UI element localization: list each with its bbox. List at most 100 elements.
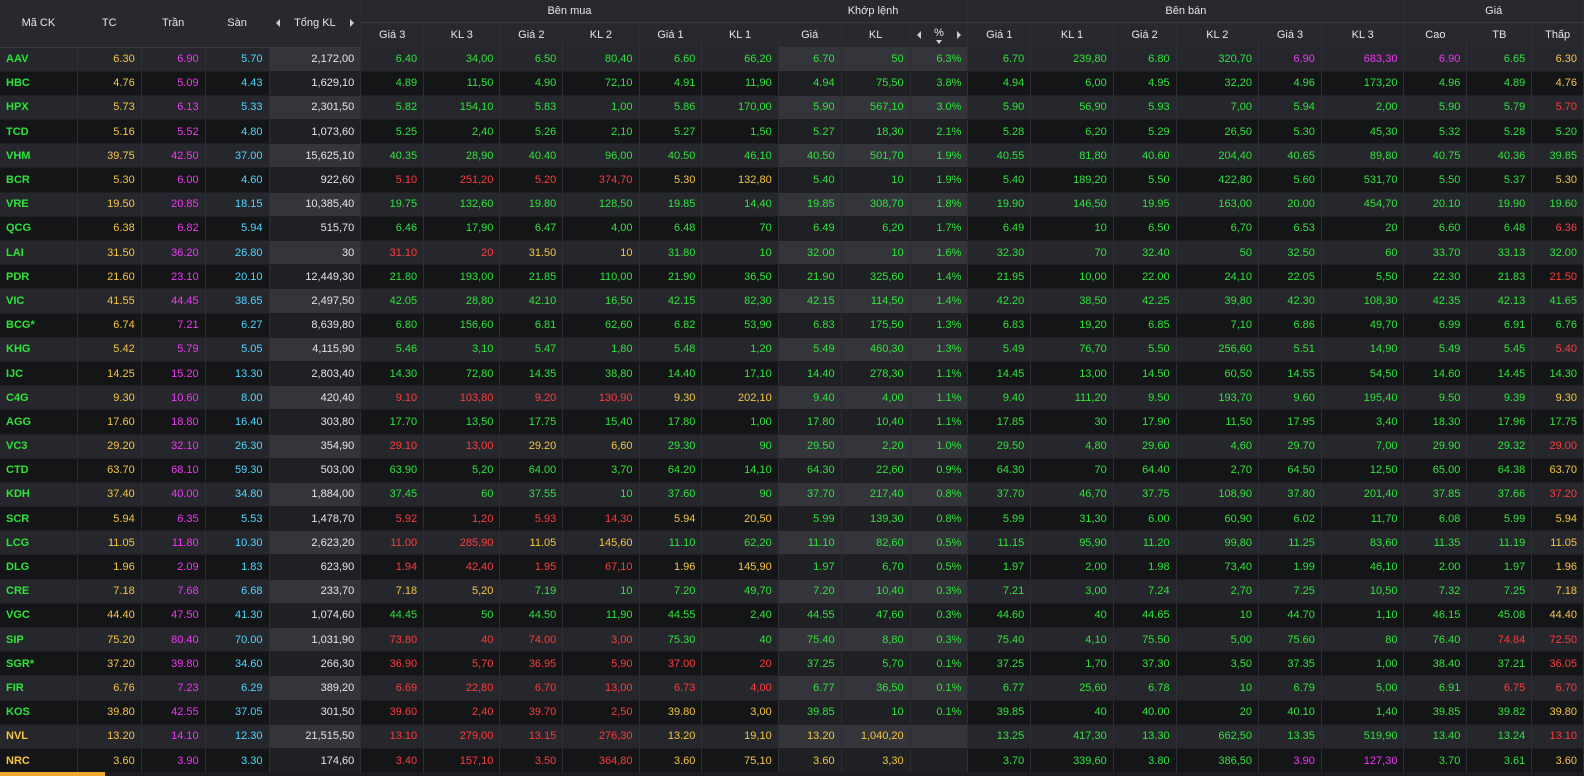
cell-symbol[interactable]: BCG* [0, 313, 78, 338]
table-row[interactable]: QCG 6.38 6.82 5.94 515,70 6.46 17,90 6.47 4,00 6.… [0, 216, 1584, 242]
table-row[interactable]: KOS 39.80 42.55 37.05 301,50 39.60 2,40 39.70 2,… [0, 700, 1584, 725]
col-header-buy-1[interactable]: Giá 3 [360, 22, 425, 47]
col-header-buy-3[interactable]: Giá 2 [499, 22, 564, 47]
table-row[interactable]: HPX 5.73 6.13 5.33 2,301,50 5.82 154,10 5.83 1,0… [0, 95, 1584, 121]
table-row[interactable]: FIR 6.76 7.23 6.29 389,20 6.69 22,80 6.70 13,00 6… [0, 675, 1584, 701]
scroll-right-icon[interactable] [350, 19, 355, 28]
cell-symbol[interactable]: KDH [0, 482, 78, 508]
cell-symbol[interactable]: AAV [0, 47, 78, 72]
cell-symbol[interactable]: LCG [0, 530, 78, 556]
table-row[interactable]: CTD 63.70 68.10 59.30 503,00 63.90 5,20 64.00 3,… [0, 458, 1584, 483]
table-row[interactable]: NRC 3.60 3.90 3.30 174,60 3.40 157,10 3.50 364,8… [0, 748, 1584, 774]
cell-symbol[interactable]: VC3 [0, 434, 78, 459]
cell-s2v: 256,60 [1176, 337, 1260, 362]
col-header-total-vol[interactable]: Tổng KL [269, 0, 362, 48]
scroll-left-icon[interactable] [275, 19, 280, 28]
cell-floor: 18.15 [205, 192, 270, 217]
table-row[interactable]: HBC 4.76 5.09 4.43 1,629,10 4.89 11,50 4.90 72,1… [0, 71, 1584, 96]
cell-symbol[interactable]: KHG [0, 337, 78, 362]
table-row[interactable]: KHG 5.42 5.79 5.05 4,115,90 5.46 3,10 5.47 1,80 5… [0, 337, 1584, 362]
table-row[interactable]: TCD 5.16 5.52 4.80 1,073,60 5.25 2,40 5.26 2,10 5… [0, 119, 1584, 145]
cell-s1v: 40 [1030, 700, 1114, 725]
col-header-ref[interactable]: TC [77, 0, 142, 48]
cell-symbol[interactable]: SGR* [0, 651, 78, 677]
cell-symbol[interactable]: VHM [0, 143, 78, 169]
cell-symbol[interactable]: IJC [0, 361, 78, 387]
horizontal-scrollbar[interactable] [0, 772, 105, 776]
cell-s1p: 39.85 [967, 700, 1032, 725]
cell-symbol[interactable]: PDR [0, 264, 78, 290]
table-row[interactable]: VHM 39.75 42.50 37.00 15,625,10 40.35 28,90 40.… [0, 143, 1584, 169]
cell-symbol[interactable]: LAI [0, 240, 78, 266]
col-header-symbol[interactable]: Mã CK [0, 0, 78, 48]
cell-symbol[interactable]: VIC [0, 288, 78, 314]
table-row[interactable]: KDH 37.40 40.00 34.80 1,884,00 37.45 60 37.55 10… [0, 482, 1584, 508]
table-row[interactable]: SIP 75.20 80.40 70.00 1,031,90 73.80 40 74.00 3,… [0, 627, 1584, 653]
table-row[interactable]: SCR 5.94 6.35 5.53 1,478,70 5.92 1,20 5.93 14,30… [0, 506, 1584, 532]
cell-floor: 3.30 [205, 748, 270, 774]
cell-symbol[interactable]: SCR [0, 506, 78, 532]
cell-symbol[interactable]: NRC [0, 748, 78, 774]
cell-symbol[interactable]: TCD [0, 119, 78, 145]
table-row[interactable]: SGR* 37.20 39.80 34.60 266,30 36.90 5,70 36.95 5… [0, 651, 1584, 677]
pct-left-icon[interactable] [916, 31, 921, 39]
table-row[interactable]: AAV 6.30 6.90 5.70 2,172,00 6.40 34,00 6.50 80,4… [0, 47, 1584, 72]
table-row[interactable]: DLG 1.96 2.09 1.83 623,90 1.94 42,40 1.95 67,10 1… [0, 554, 1584, 580]
cell-b2v: 67,10 [562, 554, 640, 580]
col-header-buy-4[interactable]: KL 2 [562, 22, 640, 47]
col-header-buy-5[interactable]: Giá 1 [639, 22, 703, 47]
cell-symbol[interactable]: KOS [0, 700, 78, 725]
cell-pct: 0.1% [910, 675, 969, 701]
cell-mp: 9.40 [778, 385, 842, 411]
cell-symbol[interactable]: BCR [0, 167, 78, 193]
col-header-sell-4[interactable]: KL 2 [1176, 22, 1260, 47]
cell-symbol[interactable]: HPX [0, 95, 78, 121]
table-row[interactable]: LAI 31.50 36.20 26.80 30 31.10 20 31.50 10 31.80 1… [0, 240, 1584, 266]
col-header-buy-6[interactable]: KL 1 [701, 22, 779, 47]
cell-symbol[interactable]: CTD [0, 458, 78, 483]
col-header-sell-5[interactable]: Giá 3 [1258, 22, 1322, 47]
col-header-sell-3[interactable]: Giá 2 [1113, 22, 1177, 47]
col-header-sell-6[interactable]: KL 3 [1321, 22, 1405, 47]
table-row[interactable]: CRE 7.18 7.68 6.68 233,70 7.18 5,20 7.19 10 7.20 4… [0, 579, 1584, 604]
cell-symbol[interactable]: HBC [0, 71, 78, 96]
table-row[interactable]: PDR 21.60 23.10 20.10 12,449,30 21.80 193,00 21… [0, 264, 1584, 290]
sort-desc-icon[interactable] [936, 39, 943, 44]
table-row[interactable]: VIC 41.55 44.45 38.65 2,497,50 42.05 28,80 42.1… [0, 288, 1584, 314]
pct-right-icon[interactable] [957, 31, 962, 39]
col-header-price-2[interactable]: TB [1466, 22, 1533, 47]
table-row[interactable]: IJC 14.25 15.20 13.30 2,803,40 14.30 72,80 14.3… [0, 361, 1584, 387]
cell-symbol[interactable]: C4G [0, 385, 78, 411]
col-header-buy-2[interactable]: KL 3 [423, 22, 501, 47]
cell-symbol[interactable]: QCG [0, 216, 78, 242]
col-header-price-1[interactable]: Cao [1403, 22, 1468, 47]
table-row[interactable]: VC3 29.20 32.10 26.30 354,90 29.10 13,00 29.20 6… [0, 434, 1584, 459]
cell-symbol[interactable]: VGC [0, 603, 78, 629]
table-row[interactable]: LCG 11.05 11.80 10.30 2,623,20 11.00 285,90 11.… [0, 530, 1584, 556]
cell-symbol[interactable]: DLG [0, 554, 78, 580]
col-header-price-3[interactable]: Thấp [1531, 22, 1584, 47]
cell-pct: 1.9% [910, 167, 969, 193]
table-row[interactable]: VGC 44.40 47.50 41.30 1,074,60 44.45 50 44.50 11… [0, 603, 1584, 629]
table-row[interactable]: AGG 17.60 18.80 16.40 303,80 17.70 13,50 17.75 1… [0, 409, 1584, 435]
cell-s2v: 386,50 [1176, 748, 1260, 774]
table-row[interactable]: BCR 5.30 6.00 4.60 922,60 5.10 251,20 5.20 374,7… [0, 167, 1584, 193]
cell-symbol[interactable]: AGG [0, 409, 78, 435]
col-header-match-2[interactable]: KL [841, 22, 911, 47]
cell-symbol[interactable]: VRE [0, 192, 78, 217]
cell-symbol[interactable]: NVL [0, 724, 78, 749]
cell-symbol[interactable]: FIR [0, 675, 78, 701]
table-row[interactable]: VRE 19.50 20.85 18.15 10,385,40 19.75 132,60 19… [0, 192, 1584, 217]
cell-symbol[interactable]: SIP [0, 627, 78, 653]
table-row[interactable]: BCG* 6.74 7.21 6.27 8,639,80 6.80 156,60 6.81 62… [0, 313, 1584, 338]
col-header-ceil[interactable]: Trần [141, 0, 206, 48]
col-header-sell-1[interactable]: Giá 1 [967, 22, 1032, 47]
col-header-floor[interactable]: Sàn [205, 0, 270, 48]
col-header-match-1[interactable]: Giá [778, 22, 842, 47]
cell-symbol[interactable]: CRE [0, 579, 78, 604]
col-header-match-3[interactable]: % [910, 22, 969, 47]
cell-s2p: 17.90 [1113, 409, 1177, 435]
col-header-sell-2[interactable]: KL 1 [1030, 22, 1114, 47]
table-row[interactable]: C4G 9.30 10.60 8.00 420,40 9.10 103,80 9.20 130,… [0, 385, 1584, 411]
table-row[interactable]: NVL 13.20 14.10 12.30 21,515,50 13.10 279,00 13… [0, 724, 1584, 749]
